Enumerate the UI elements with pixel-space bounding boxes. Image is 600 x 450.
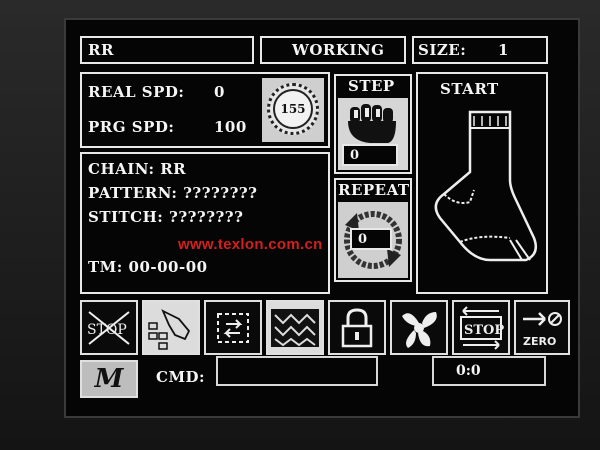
- counter-value: 0:0: [456, 363, 481, 379]
- step-label: STEP: [348, 77, 395, 95]
- arrow-zero-icon: ZERO: [523, 311, 562, 348]
- stop-reverse-text: STOP: [464, 323, 504, 338]
- lock-button[interactable]: [328, 300, 386, 355]
- step-value-box: 0: [342, 144, 398, 166]
- speed-dial-value: 155: [280, 102, 306, 116]
- zero-button[interactable]: ZERO: [514, 300, 570, 355]
- sock-icon: [434, 110, 537, 262]
- chain-line: CHAIN: RR: [88, 160, 187, 178]
- speed-dial-inner: 155: [273, 89, 313, 129]
- speed-dial[interactable]: 155: [262, 78, 324, 142]
- pattern-line: PATTERN: ????????: [88, 184, 258, 202]
- start-label: START: [440, 80, 499, 98]
- stitch-line: STITCH: ????????: [88, 208, 244, 226]
- stop-arrows-icon: STOP: [460, 305, 504, 350]
- zero-button-text: ZERO: [523, 335, 556, 348]
- counter-field: 0:0: [432, 356, 546, 386]
- stitch-pattern-icon: [271, 308, 319, 347]
- stop-crossed-icon: STOP: [87, 310, 130, 345]
- size-label: SIZE:: [418, 41, 467, 59]
- stop-button[interactable]: STOP: [80, 300, 138, 355]
- fist-icon: [348, 104, 396, 143]
- size-value: 1: [498, 41, 509, 59]
- real-speed-label: REAL SPD:: [88, 83, 185, 101]
- stitch-pattern-button[interactable]: [266, 300, 324, 355]
- size-field[interactable]: SIZE: 1: [412, 36, 548, 64]
- time-line: TM: 00-00-00: [88, 258, 208, 276]
- cycle-button[interactable]: [204, 300, 262, 355]
- fan-icon: [402, 311, 437, 348]
- hand-menu-icon: [148, 308, 191, 350]
- chain-name-field[interactable]: RR: [80, 36, 254, 64]
- repeat-panel[interactable]: REPEAT 0: [334, 178, 412, 282]
- program-speed-label: PRG SPD:: [88, 118, 175, 136]
- stop-reverse-button[interactable]: STOP: [452, 300, 510, 355]
- start-panel[interactable]: START: [416, 72, 548, 294]
- repeat-value: 0: [358, 231, 368, 247]
- program-speed-value: 100: [214, 118, 247, 136]
- command-input[interactable]: [216, 356, 378, 386]
- website-watermark: www.texlon.com.cn: [178, 236, 323, 253]
- step-value: 0: [350, 147, 360, 163]
- repeat-value-box: 0: [350, 228, 392, 250]
- step-panel[interactable]: STEP 0: [334, 74, 412, 174]
- real-speed-value: 0: [214, 83, 225, 101]
- lcd-screen: RR WORKING SIZE: 1 REAL SPD: 0 PRG SPD: …: [64, 18, 580, 418]
- menu-letter: M: [94, 364, 124, 394]
- padlock-icon: [341, 307, 373, 347]
- hand-menu-button[interactable]: [142, 300, 200, 355]
- cycle-arrows-icon: [217, 312, 249, 343]
- status-field: WORKING: [260, 36, 406, 64]
- pattern-info-panel: CHAIN: RR PATTERN: ???????? STITCH: ????…: [80, 152, 330, 294]
- repeat-label: REPEAT: [338, 181, 410, 199]
- status-text: WORKING: [292, 41, 385, 59]
- chain-name-text: RR: [88, 41, 114, 59]
- speed-panel: REAL SPD: 0 PRG SPD: 100 155: [80, 72, 330, 148]
- menu-button[interactable]: M: [80, 360, 138, 398]
- command-label: CMD:: [156, 368, 206, 386]
- fan-button[interactable]: [390, 300, 448, 355]
